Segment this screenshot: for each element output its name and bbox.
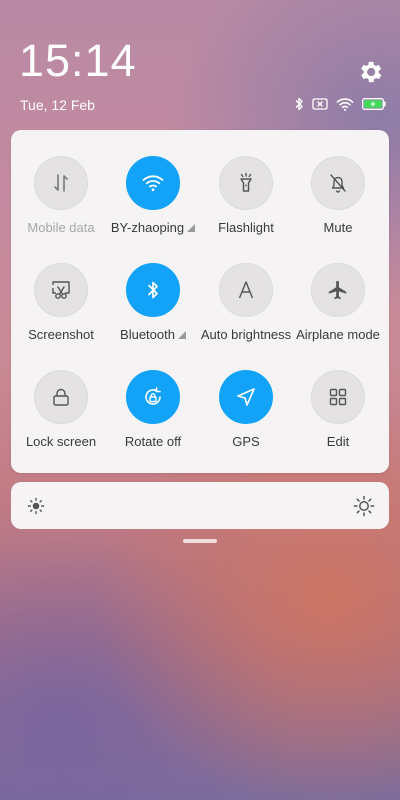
bluetooth-button[interactable] [126,263,180,317]
mobile-data-button[interactable] [34,156,88,210]
screenshot-button[interactable] [34,263,88,317]
tile-label: Screenshot [28,327,94,342]
clock: 15:14 [19,35,137,86]
quick-settings-panel: Mobile data BY-zhaoping Flashlight Mute … [11,130,389,473]
bluetooth-label: Bluetooth [120,327,175,342]
tile-label: Mobile data [27,220,95,235]
lock-screen-button[interactable] [34,370,88,424]
tile-screenshot[interactable]: Screenshot [14,237,108,342]
grid-icon [329,388,347,406]
gps-button[interactable] [219,370,273,424]
tile-airplane-mode[interactable]: Airplane mode [291,237,385,342]
tile-label: Edit [326,434,350,449]
airplane-mode-button[interactable] [311,263,365,317]
tile-label: Rotate off [124,434,182,449]
tile-label: GPS [232,434,260,449]
gear-icon [361,61,382,83]
no-sim-icon [312,98,328,110]
settings-button[interactable] [356,58,384,86]
mute-button[interactable] [311,156,365,210]
rotate-off-button[interactable] [126,370,180,424]
wifi-icon [336,97,354,111]
date: Tue, 12 Feb [20,97,95,113]
tile-label: Lock screen [25,434,97,449]
wifi-icon [142,175,164,192]
battery-charging-icon [362,98,386,110]
tile-label: Airplane mode [296,327,380,342]
bell-off-icon [330,174,346,193]
bluetooth-icon [148,281,158,299]
tile-lock-screen[interactable]: Lock screen [14,344,108,449]
tile-gps[interactable]: GPS [199,344,293,449]
brightness-slider[interactable] [11,482,389,529]
tile-mobile-data[interactable]: Mobile data [14,130,108,235]
sun-large-icon [353,495,375,517]
tile-label: Bluetooth [100,327,206,342]
tile-mute[interactable]: Mute [291,130,385,235]
tile-flashlight[interactable]: Flashlight [199,130,293,235]
auto-brightness-icon [238,281,254,299]
airplane-icon [328,280,347,300]
flashlight-icon [240,172,252,192]
flashlight-button[interactable] [219,156,273,210]
expand-arrow-icon[interactable] [177,331,186,339]
tile-label: Auto brightness [200,327,292,342]
tile-label: Mute [323,220,353,235]
tile-edit[interactable]: Edit [291,344,385,449]
tile-label: Flashlight [218,220,274,235]
sun-small-icon [27,497,45,515]
tile-label: BY-zhaoping [100,220,206,235]
bluetooth-icon [295,97,303,111]
location-arrow-icon [237,388,255,406]
mobile-data-icon [54,174,68,192]
rotation-lock-icon [145,387,161,405]
tile-auto-brightness[interactable]: Auto brightness [199,237,293,342]
wifi-button[interactable] [126,156,180,210]
drag-handle[interactable] [183,539,217,543]
lock-icon [53,388,69,406]
tile-bluetooth[interactable]: Bluetooth [106,237,200,342]
tile-rotate-off[interactable]: Rotate off [106,344,200,449]
wifi-network-name: BY-zhaoping [110,220,185,235]
status-icons [294,96,386,112]
auto-brightness-button[interactable] [219,263,273,317]
screenshot-icon [52,281,70,299]
tile-wifi[interactable]: BY-zhaoping [106,130,200,235]
edit-button[interactable] [311,370,365,424]
